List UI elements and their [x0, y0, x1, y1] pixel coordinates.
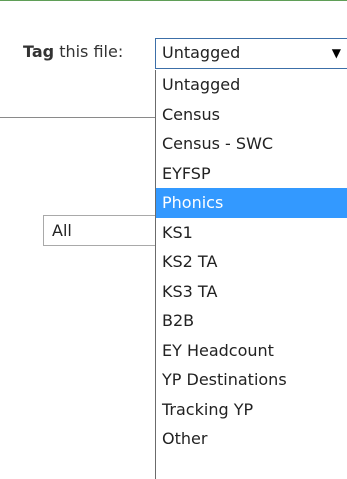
- dropdown-option[interactable]: Census - SWC: [156, 129, 347, 159]
- triangle-down-icon[interactable]: ▼: [332, 39, 341, 68]
- dropdown-option[interactable]: KS2 TA: [156, 247, 347, 277]
- dropdown-option[interactable]: B2B: [156, 306, 347, 336]
- dropdown-option[interactable]: Tracking YP: [156, 395, 347, 425]
- tag-dropdown-list: Untagged Census Census - SWC EYFSP Phonics KS…: [155, 70, 347, 479]
- dropdown-option[interactable]: Other: [156, 424, 347, 454]
- filter-select[interactable]: All: [43, 215, 173, 246]
- page: Tag this file: All Untagged ▼ Untagged Ce…: [0, 0, 347, 479]
- top-divider: [0, 0, 347, 1]
- tag-select-value: Untagged: [162, 43, 241, 62]
- dropdown-option[interactable]: KS3 TA: [156, 277, 347, 307]
- dropdown-option[interactable]: Untagged: [156, 70, 347, 100]
- tag-label-bold: Tag: [23, 42, 55, 61]
- tag-select[interactable]: Untagged ▼: [155, 38, 347, 69]
- dropdown-option[interactable]: Phonics: [156, 188, 347, 218]
- filter-select-value: All: [52, 221, 72, 240]
- dropdown-option[interactable]: Census: [156, 100, 347, 130]
- dropdown-option[interactable]: KS1: [156, 218, 347, 248]
- dropdown-option[interactable]: EY Headcount: [156, 336, 347, 366]
- tag-file-label: Tag this file:: [23, 42, 123, 62]
- dropdown-option[interactable]: YP Destinations: [156, 365, 347, 395]
- tag-label-rest: this file:: [54, 42, 124, 61]
- dropdown-option[interactable]: EYFSP: [156, 159, 347, 189]
- section-divider: [0, 117, 160, 118]
